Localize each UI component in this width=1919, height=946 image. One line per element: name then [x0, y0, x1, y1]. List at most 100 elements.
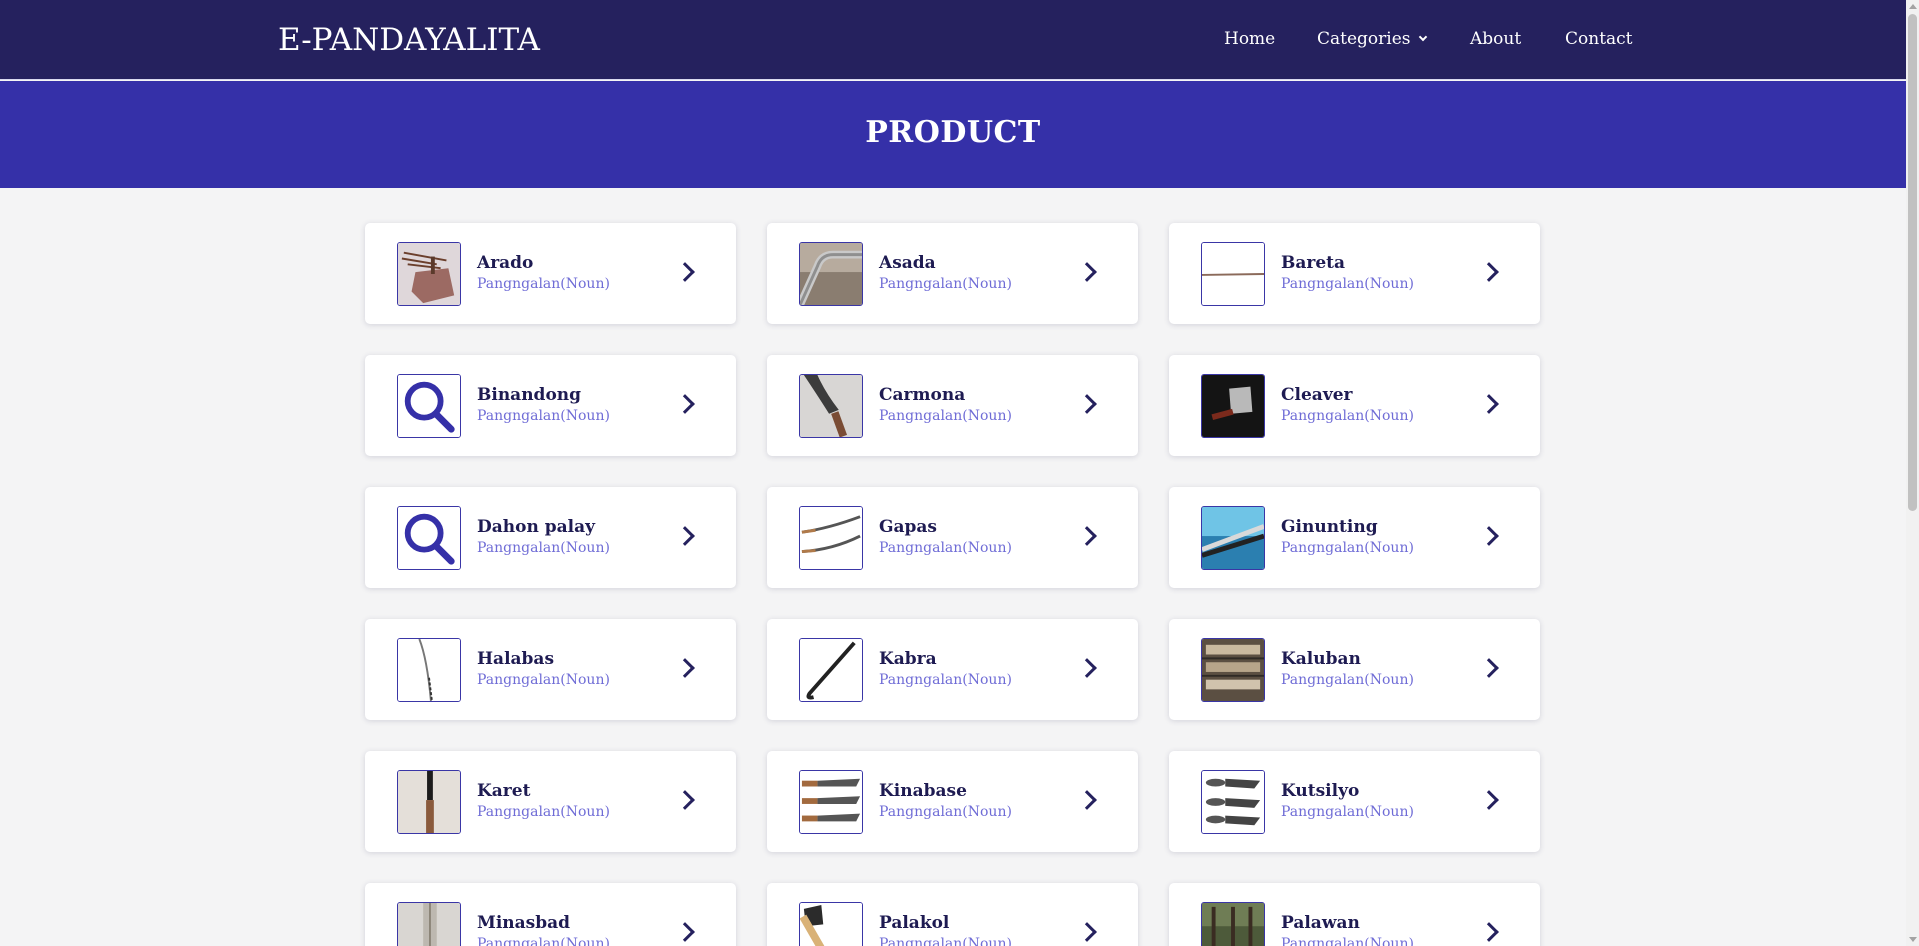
product-card[interactable]: Dahon palay Pangngalan(Noun) — [365, 487, 736, 588]
product-card[interactable]: Binandong Pangngalan(Noun) — [365, 355, 736, 456]
product-thumbnail — [799, 902, 863, 946]
product-card[interactable]: Kabra Pangngalan(Noun) — [767, 619, 1138, 720]
chevron-right-icon[interactable] — [1479, 262, 1499, 282]
product-thumbnail — [799, 506, 863, 570]
nav-link-home[interactable]: Home — [1224, 29, 1275, 49]
product-card[interactable]: Halabas Pangngalan(Noun) — [365, 619, 736, 720]
product-name: Dahon palay — [477, 517, 595, 537]
nav-link-about[interactable]: About — [1470, 29, 1521, 49]
product-card[interactable]: Bareta Pangngalan(Noun) — [1169, 223, 1540, 324]
chevron-right-icon[interactable] — [675, 526, 695, 546]
chevron-down-icon — [1418, 32, 1427, 42]
chevron-right-icon[interactable] — [1077, 658, 1097, 678]
product-name: Kabra — [879, 649, 937, 669]
page-banner: PRODUCT — [0, 81, 1906, 188]
product-card[interactable]: Gapas Pangngalan(Noun) — [767, 487, 1138, 588]
product-card[interactable]: Ginunting Pangngalan(Noun) — [1169, 487, 1540, 588]
product-type: Pangngalan(Noun) — [1281, 276, 1414, 292]
product-name: Kinabase — [879, 781, 967, 801]
product-type: Pangngalan(Noun) — [879, 804, 1012, 820]
product-type: Pangngalan(Noun) — [477, 804, 610, 820]
product-type: Pangngalan(Noun) — [1281, 672, 1414, 688]
product-name: Carmona — [879, 385, 966, 405]
product-type: Pangngalan(Noun) — [1281, 408, 1414, 424]
page-scrollbar[interactable] — [1906, 0, 1919, 946]
chevron-right-icon[interactable] — [1077, 262, 1097, 282]
product-card[interactable]: Palawan Pangngalan(Noun) — [1169, 883, 1540, 946]
product-thumbnail — [1201, 770, 1265, 834]
product-type: Pangngalan(Noun) — [477, 936, 610, 946]
product-name: Karet — [477, 781, 531, 801]
product-name: Minasbad — [477, 913, 571, 933]
product-thumbnail — [397, 638, 461, 702]
product-card[interactable]: Arado Pangngalan(Noun) — [365, 223, 736, 324]
nav-link-categories[interactable]: Categories — [1317, 29, 1427, 49]
product-card[interactable]: Palakol Pangngalan(Noun) — [767, 883, 1138, 946]
product-thumbnail — [397, 902, 461, 946]
scroll-down-arrow-icon[interactable] — [1909, 937, 1917, 942]
chevron-right-icon[interactable] — [1077, 526, 1097, 546]
chevron-right-icon[interactable] — [1077, 394, 1097, 414]
chevron-right-icon[interactable] — [1479, 922, 1499, 942]
chevron-right-icon[interactable] — [675, 262, 695, 282]
product-type: Pangngalan(Noun) — [879, 540, 1012, 556]
search-icon — [398, 507, 460, 569]
product-thumbnail — [799, 638, 863, 702]
product-type: Pangngalan(Noun) — [879, 936, 1012, 946]
chevron-right-icon[interactable] — [1077, 790, 1097, 810]
search-icon — [398, 375, 460, 437]
product-type: Pangngalan(Noun) — [1281, 540, 1414, 556]
product-name: Ginunting — [1281, 517, 1378, 537]
product-type: Pangngalan(Noun) — [477, 540, 610, 556]
page-title: PRODUCT — [865, 115, 1041, 150]
product-name: Cleaver — [1281, 385, 1353, 405]
chevron-right-icon[interactable] — [1479, 526, 1499, 546]
product-card[interactable]: Kutsilyo Pangngalan(Noun) — [1169, 751, 1540, 852]
chevron-right-icon[interactable] — [1077, 922, 1097, 942]
product-name: Kutsilyo — [1281, 781, 1360, 801]
chevron-right-icon[interactable] — [675, 658, 695, 678]
product-type: Pangngalan(Noun) — [879, 276, 1012, 292]
product-type: Pangngalan(Noun) — [879, 672, 1012, 688]
product-thumbnail — [799, 242, 863, 306]
chevron-right-icon[interactable] — [1479, 658, 1499, 678]
product-thumbnail — [1201, 242, 1265, 306]
product-type: Pangngalan(Noun) — [1281, 936, 1414, 946]
site-logo[interactable]: E-PANDAYALITA — [278, 22, 540, 58]
product-type: Pangngalan(Noun) — [477, 408, 610, 424]
product-thumbnail — [1201, 506, 1265, 570]
navbar: E-PANDAYALITA Home Categories About Cont… — [0, 0, 1906, 80]
chevron-right-icon[interactable] — [675, 790, 695, 810]
product-name: Asada — [879, 253, 936, 273]
product-card[interactable]: Asada Pangngalan(Noun) — [767, 223, 1138, 324]
product-thumbnail — [397, 506, 461, 570]
product-name: Halabas — [477, 649, 555, 669]
nav-link-categories-label: Categories — [1317, 29, 1411, 49]
product-grid: Arado Pangngalan(Noun) Asada Pangngalan(… — [365, 223, 1541, 946]
product-type: Pangngalan(Noun) — [477, 672, 610, 688]
chevron-right-icon[interactable] — [675, 922, 695, 942]
scroll-up-arrow-icon[interactable] — [1909, 4, 1917, 9]
product-name: Kaluban — [1281, 649, 1361, 669]
product-thumbnail — [799, 374, 863, 438]
chevron-right-icon[interactable] — [1479, 790, 1499, 810]
product-card[interactable]: Kaluban Pangngalan(Noun) — [1169, 619, 1540, 720]
chevron-right-icon[interactable] — [675, 394, 695, 414]
product-type: Pangngalan(Noun) — [1281, 804, 1414, 820]
product-card[interactable]: Karet Pangngalan(Noun) — [365, 751, 736, 852]
scrollbar-thumb[interactable] — [1908, 14, 1917, 511]
product-card[interactable]: Cleaver Pangngalan(Noun) — [1169, 355, 1540, 456]
product-card[interactable]: Kinabase Pangngalan(Noun) — [767, 751, 1138, 852]
product-name: Binandong — [477, 385, 582, 405]
product-type: Pangngalan(Noun) — [879, 408, 1012, 424]
product-thumbnail — [397, 242, 461, 306]
chevron-right-icon[interactable] — [1479, 394, 1499, 414]
product-thumbnail — [1201, 902, 1265, 946]
product-thumbnail — [1201, 638, 1265, 702]
product-card[interactable]: Minasbad Pangngalan(Noun) — [365, 883, 736, 946]
product-name: Palakol — [879, 913, 950, 933]
product-name: Gapas — [879, 517, 938, 537]
product-card[interactable]: Carmona Pangngalan(Noun) — [767, 355, 1138, 456]
product-name: Bareta — [1281, 253, 1346, 273]
nav-link-contact[interactable]: Contact — [1565, 29, 1633, 49]
